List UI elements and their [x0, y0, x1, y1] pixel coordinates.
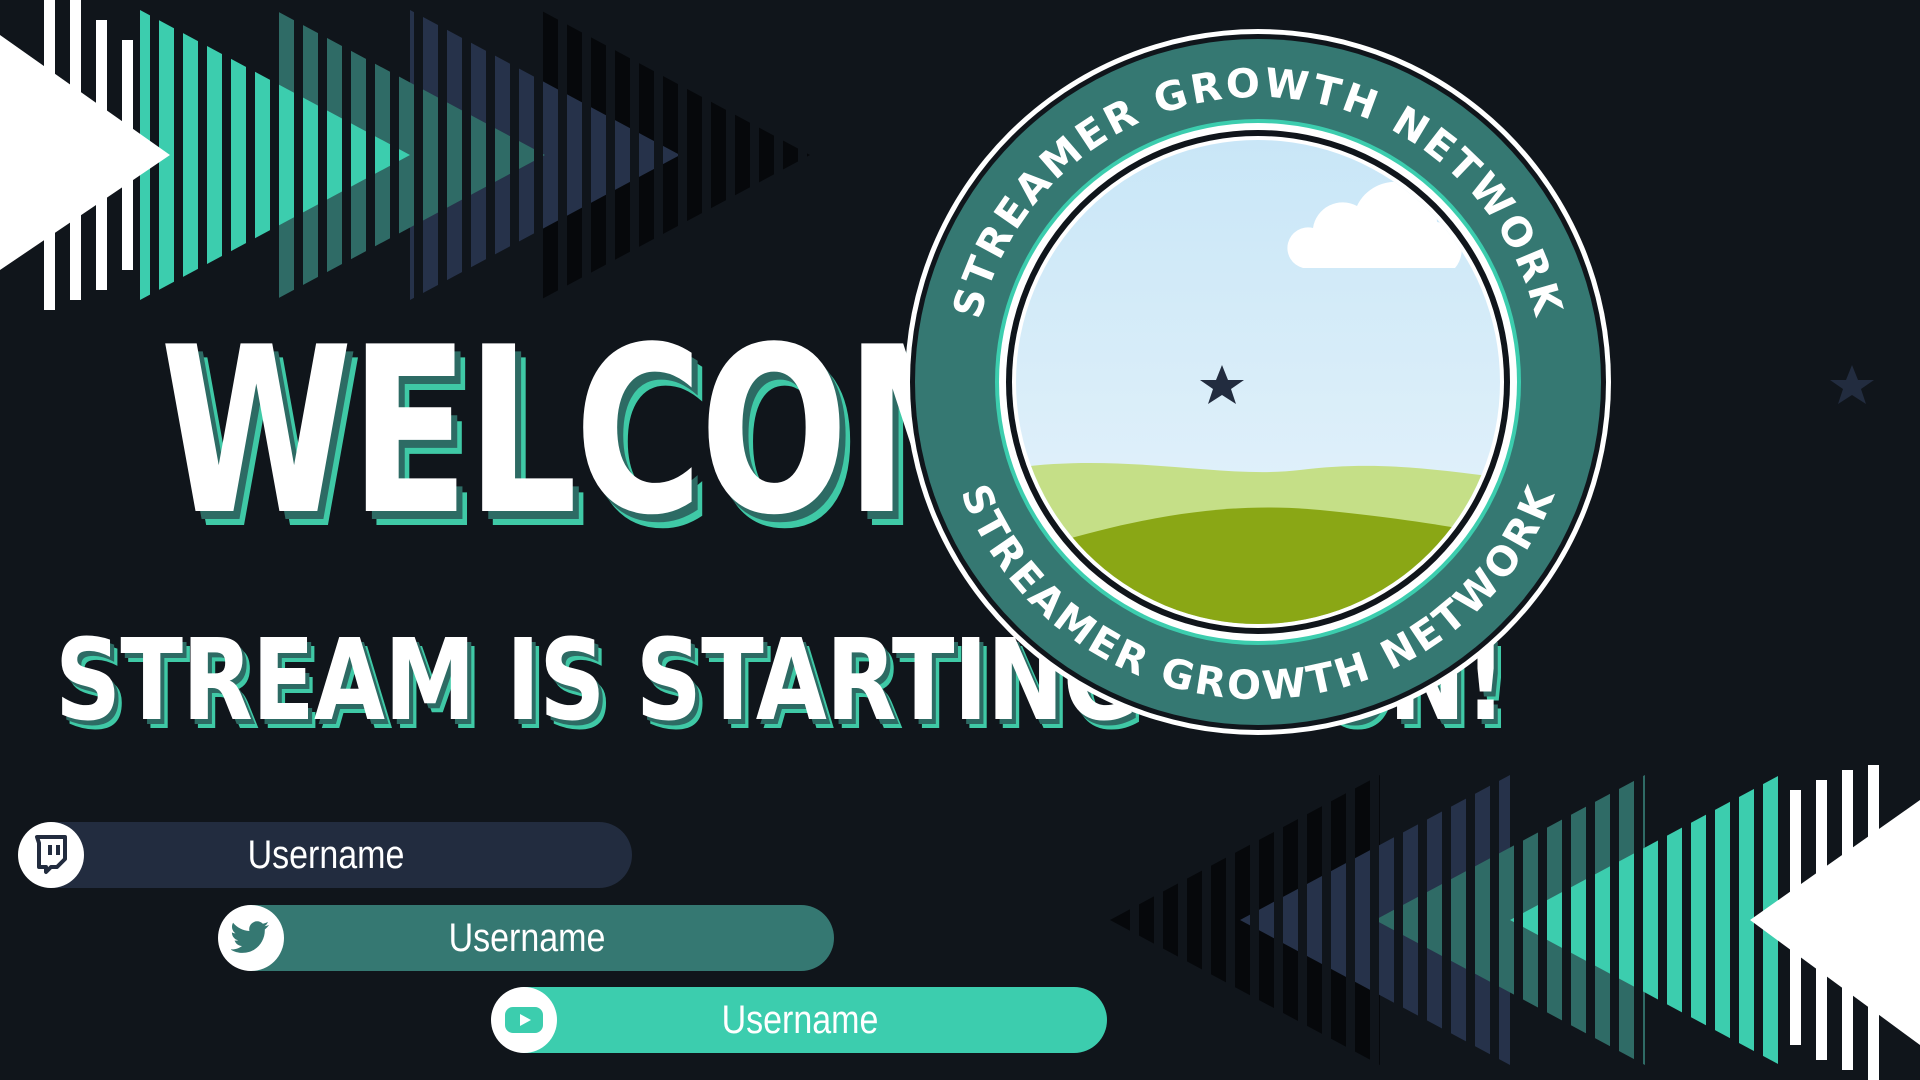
twitter-username-bar[interactable]: Username — [218, 905, 834, 971]
twitch-username: Username — [247, 832, 405, 877]
twitch-username-bar[interactable]: Username — [18, 822, 632, 888]
star-icon — [1830, 365, 1874, 404]
youtube-username: Username — [721, 997, 879, 1042]
twitter-username: Username — [448, 915, 606, 960]
youtube-username-bar[interactable]: Username — [491, 987, 1107, 1053]
